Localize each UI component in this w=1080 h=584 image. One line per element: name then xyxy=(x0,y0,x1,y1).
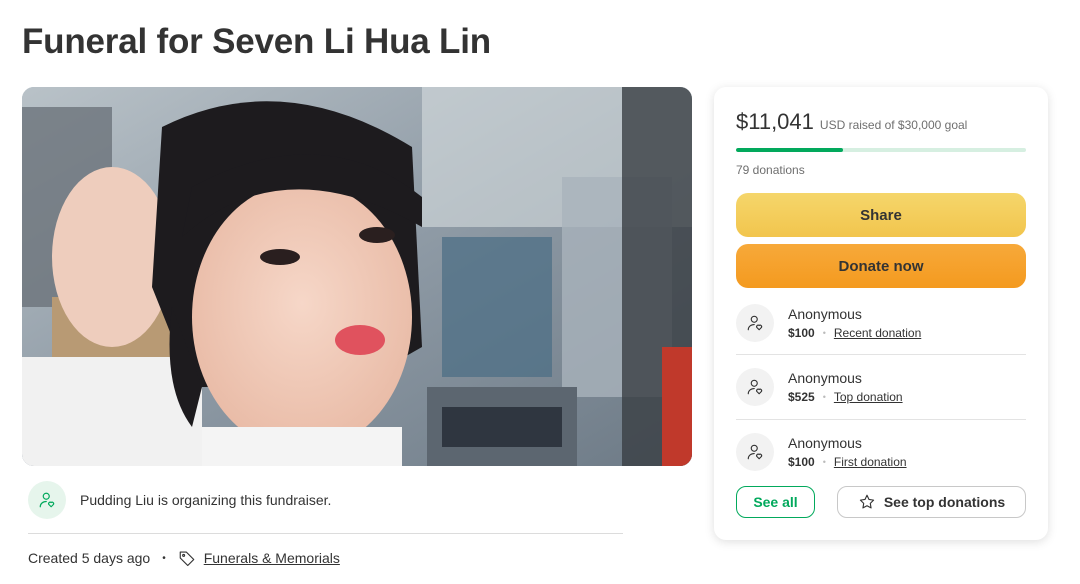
person-heart-icon xyxy=(736,304,774,342)
page-title: Funeral for Seven Li Hua Lin xyxy=(22,22,491,61)
donor-separator: • xyxy=(822,328,826,338)
raised-goal-text: USD raised of $30,000 goal xyxy=(819,118,968,132)
tag-icon xyxy=(178,549,196,567)
organizer-text: Pudding Liu is organizing this fundraise… xyxy=(80,492,332,508)
donor-name: Anonymous xyxy=(788,306,862,322)
progress-bar xyxy=(736,148,1026,152)
created-date: Created 5 days ago xyxy=(28,550,151,566)
share-button[interactable]: Share xyxy=(736,193,1026,237)
person-heart-icon xyxy=(736,433,774,471)
person-heart-icon xyxy=(736,368,774,406)
donation-count: 79 donations xyxy=(736,163,805,177)
organizer: Pudding Liu is organizing this fundraise… xyxy=(28,481,331,519)
donor-item: Anonymous $100 • First donation xyxy=(736,420,1026,484)
category-link[interactable]: Funerals & Memorials xyxy=(204,550,340,566)
see-top-donations-label: See top donations xyxy=(883,494,1006,510)
progress-fill xyxy=(736,148,843,152)
donation-type-link[interactable]: First donation xyxy=(834,455,907,469)
donor-separator: • xyxy=(822,457,826,467)
donor-amount: $100 xyxy=(788,326,815,340)
campaign-photo[interactable] xyxy=(22,87,692,466)
amount-raised: $11,041 USD raised of $30,000 goal xyxy=(736,109,967,135)
divider xyxy=(28,533,623,534)
donor-amount: $100 xyxy=(788,455,815,469)
donation-type-link[interactable]: Recent donation xyxy=(834,326,921,340)
donor-amount: $525 xyxy=(788,390,815,404)
see-top-donations-button[interactable]: See top donations xyxy=(837,486,1026,518)
star-icon xyxy=(858,493,876,511)
donation-card: $11,041 USD raised of $30,000 goal 79 do… xyxy=(714,87,1048,540)
donate-button[interactable]: Donate now xyxy=(736,244,1026,288)
meta-separator: • xyxy=(162,552,166,564)
campaign-meta: Created 5 days ago • Funerals & Memorial… xyxy=(28,549,340,567)
donor-name: Anonymous xyxy=(788,370,862,386)
see-all-button[interactable]: See all xyxy=(736,486,815,518)
donor-name: Anonymous xyxy=(788,435,862,451)
donation-type-link[interactable]: Top donation xyxy=(834,390,903,404)
donor-item: Anonymous $100 • Recent donation xyxy=(736,291,1026,355)
donor-separator: • xyxy=(822,392,826,402)
raised-amount: $11,041 xyxy=(736,109,814,134)
person-heart-icon xyxy=(28,481,66,519)
donor-item: Anonymous $525 • Top donation xyxy=(736,355,1026,419)
